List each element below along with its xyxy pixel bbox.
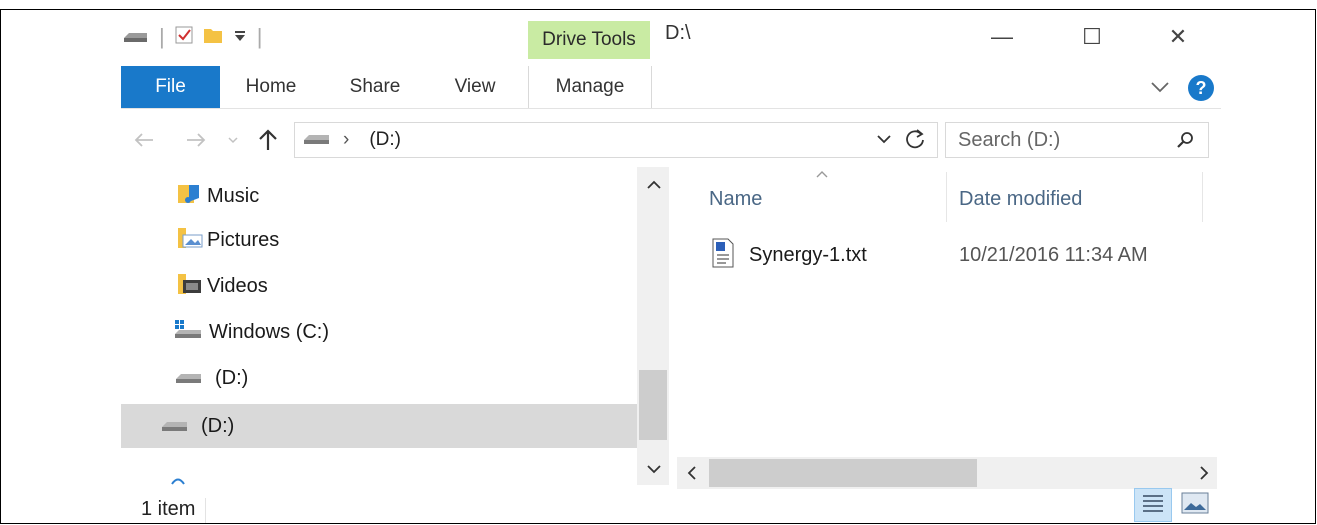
maximize-button[interactable]: ☐ [1069, 18, 1115, 56]
search-placeholder: Search (D:) [958, 128, 1061, 151]
forward-arrow-icon[interactable] [185, 124, 207, 156]
file-list-horizontal-scrollbar-thumb[interactable] [709, 459, 977, 487]
nav-label: Videos [207, 274, 268, 297]
drive-icon [175, 367, 203, 390]
nav-item-d-drive-selected[interactable]: (D:) [121, 404, 637, 448]
minimize-button[interactable]: — [979, 18, 1025, 56]
nav-label: Music [207, 184, 260, 207]
address-path[interactable]: (D:) [369, 129, 401, 151]
drive-icon [303, 129, 331, 151]
drive-icon [161, 415, 189, 438]
back-arrow-icon[interactable] [133, 124, 155, 156]
nav-item-music[interactable]: Music [177, 174, 259, 218]
nav-item-pictures[interactable]: Pictures [177, 218, 279, 262]
scroll-right-chevron-icon[interactable] [1197, 465, 1211, 486]
drive-tools-context-label: Drive Tools [528, 21, 650, 59]
table-row[interactable]: Synergy-1.txt 10/21/2016 11:34 AM [701, 232, 1217, 278]
search-input[interactable]: Search (D:) [945, 122, 1209, 158]
tab-home[interactable]: Home [233, 66, 309, 108]
scroll-up-chevron-icon[interactable] [646, 178, 662, 197]
customize-dropdown-icon[interactable] [233, 27, 247, 48]
breadcrumb-chevron-icon[interactable]: › [343, 129, 349, 151]
nav-label: Pictures [207, 228, 280, 251]
sort-ascending-chevron-icon [815, 166, 829, 184]
windows-drive-icon [173, 318, 203, 346]
tab-view[interactable]: View [441, 66, 509, 108]
search-icon[interactable] [1176, 130, 1196, 155]
scroll-down-chevron-icon[interactable] [646, 462, 662, 481]
toolbar-separator: | [159, 24, 165, 49]
up-arrow-icon[interactable] [257, 124, 279, 156]
column-divider[interactable] [946, 172, 947, 222]
column-divider[interactable] [1202, 172, 1203, 222]
address-dropdown-chevron-icon[interactable] [875, 128, 893, 155]
column-header-date-modified[interactable]: Date modified [959, 176, 1082, 222]
tab-file[interactable]: File [121, 66, 220, 108]
properties-checkbox-icon[interactable] [175, 26, 193, 49]
toolbar-separator: | [256, 24, 263, 49]
nav-item-d-drive[interactable]: (D:) [175, 356, 248, 400]
tab-manage[interactable]: Manage [528, 66, 652, 108]
scroll-left-chevron-icon[interactable] [685, 465, 699, 486]
column-header-name[interactable]: Name [709, 176, 762, 222]
ribbon-expand-chevron-icon[interactable] [1149, 76, 1171, 103]
text-file-icon [711, 238, 735, 273]
window-title: D:\ [665, 22, 691, 44]
refresh-icon[interactable] [903, 126, 927, 157]
status-item-count: 1 item [141, 498, 196, 520]
pictures-folder-icon [177, 225, 203, 255]
close-button[interactable]: ✕ [1155, 18, 1201, 56]
music-folder-icon [177, 181, 203, 211]
nav-item-videos[interactable]: Videos [177, 264, 268, 308]
address-bar[interactable]: › (D:) [294, 122, 938, 158]
nav-item-windows-c[interactable]: Windows (C:) [173, 310, 329, 354]
file-date-modified: 10/21/2016 11:34 AM [959, 244, 1148, 266]
large-icons-view-icon [1181, 492, 1209, 519]
nav-label: (D:) [201, 414, 235, 437]
details-view-button[interactable] [1134, 488, 1172, 522]
videos-folder-icon [177, 271, 203, 301]
recent-locations-chevron-icon[interactable] [227, 124, 239, 156]
large-icons-view-button[interactable] [1179, 492, 1211, 518]
explorer-window: | | Drive Tools D:\ — ☐ ✕ File Home Shar… [0, 9, 1316, 524]
status-divider [205, 498, 206, 523]
network-icon [171, 472, 185, 490]
nav-pane-scrollbar-thumb[interactable] [639, 370, 667, 440]
file-name: Synergy-1.txt [749, 244, 867, 266]
tab-share[interactable]: Share [337, 66, 413, 108]
ribbon-divider [121, 108, 1221, 109]
help-icon[interactable]: ? [1188, 75, 1214, 101]
nav-label: (D:) [215, 366, 249, 389]
drive-icon[interactable] [123, 27, 149, 48]
nav-label: Windows (C:) [209, 320, 330, 343]
quick-access-toolbar: | | [123, 22, 262, 52]
new-folder-icon[interactable] [203, 26, 223, 49]
details-view-icon [1141, 493, 1165, 518]
